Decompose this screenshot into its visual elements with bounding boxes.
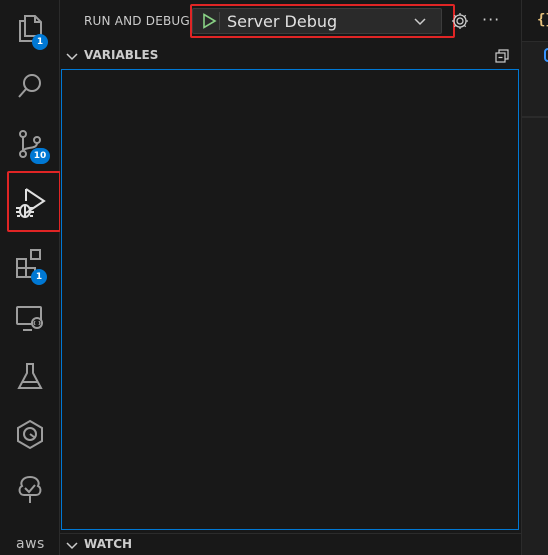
- json-file-icon[interactable]: {}: [537, 12, 548, 28]
- collapse-all-button[interactable]: [494, 48, 510, 68]
- remote-explorer-icon: [14, 302, 46, 334]
- gear-icon: [452, 13, 468, 29]
- tree-icon: [14, 474, 46, 506]
- vscode-window: 1 10 1 aws RUN AND DEBUG Server Debug ··…: [0, 0, 548, 555]
- variables-title: VARIABLES: [84, 48, 159, 62]
- info-icon: [544, 48, 548, 62]
- variables-tree[interactable]: [61, 69, 519, 530]
- chevron-down-icon: [65, 49, 79, 68]
- editor-divider: [522, 116, 548, 118]
- activity-testing[interactable]: [0, 350, 60, 402]
- more-actions-button[interactable]: ···: [482, 10, 500, 29]
- activity-bar: 1 10 1 aws: [0, 0, 61, 555]
- explorer-badge: 1: [32, 34, 48, 50]
- extensions-badge: 1: [31, 269, 47, 285]
- run-debug-panel: RUN AND DEBUG Server Debug ··· VARIABLES…: [60, 0, 521, 555]
- chevron-down-icon: [65, 538, 79, 555]
- watch-title: WATCH: [84, 537, 133, 551]
- activity-hexagon-extension[interactable]: [0, 408, 60, 460]
- variables-section-header[interactable]: VARIABLES: [60, 45, 521, 67]
- aws-label: aws: [16, 536, 45, 552]
- open-launch-json-button[interactable]: [451, 12, 469, 34]
- editor-tab-bar: {}: [522, 0, 548, 42]
- configuration-highlight: [190, 4, 455, 38]
- hexagon-icon: [14, 418, 46, 450]
- activity-search[interactable]: [0, 60, 60, 112]
- flask-icon: [15, 360, 45, 392]
- source-control-badge: 10: [30, 148, 50, 164]
- panel-title: RUN AND DEBUG: [84, 14, 190, 28]
- search-icon: [15, 71, 45, 101]
- activity-explorer[interactable]: 1: [0, 2, 60, 54]
- activity-source-control[interactable]: 10: [0, 118, 60, 170]
- collapse-all-icon: [495, 49, 509, 63]
- activity-tree-extension[interactable]: [0, 464, 60, 516]
- editor-area[interactable]: {}: [521, 0, 548, 555]
- run-debug-highlight: [7, 171, 61, 232]
- activity-extensions[interactable]: 1: [0, 236, 60, 288]
- watch-section-header[interactable]: WATCH: [60, 534, 521, 555]
- activity-remote-explorer[interactable]: [0, 292, 60, 344]
